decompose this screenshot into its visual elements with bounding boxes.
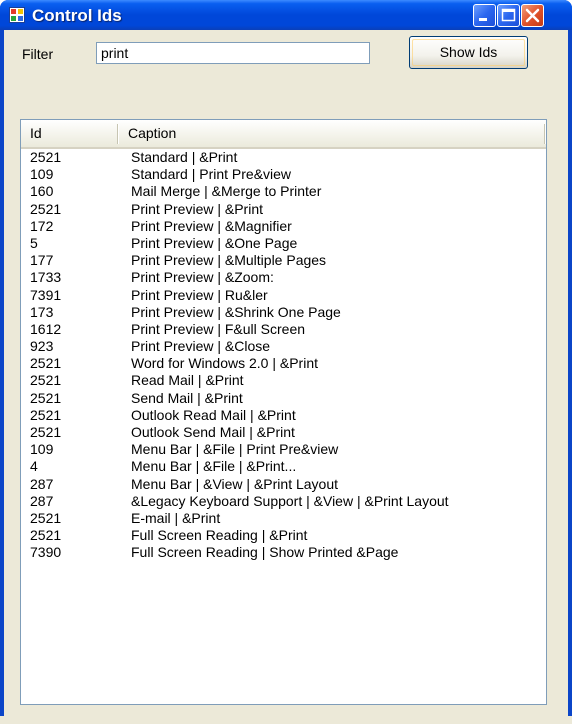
list-item-id: 2521 (30, 527, 62, 544)
list-item-id: 287 (30, 492, 54, 509)
close-button[interactable] (521, 4, 544, 27)
list-rows: 2521 Standard | &Print 109 Standard | Print… (21, 149, 546, 562)
list-item-id: 1733 (30, 269, 62, 286)
list-item[interactable]: 109 Standard | Print Pre&view (21, 166, 546, 183)
list-item-id: 7391 (30, 286, 62, 303)
list-item-id: 2521 (30, 149, 62, 165)
list-item[interactable]: 2521 Send Mail | &Print (21, 390, 546, 407)
list-item-caption: Print Preview | &Magnifier (131, 217, 292, 234)
column-header-caption[interactable]: Caption (119, 120, 546, 147)
list-item-id: 2521 (30, 424, 62, 440)
list-item-caption: Print Preview | Ru&ler (131, 286, 268, 303)
list-item-id: 177 (30, 252, 54, 269)
title-bar[interactable]: Control Ids (0, 0, 572, 30)
list-item[interactable]: 5 Print Preview | &One Page (21, 235, 546, 252)
maximize-icon (501, 8, 516, 22)
filter-label: Filter (22, 46, 54, 62)
list-item[interactable]: 7390 Full Screen Reading | Show Printed &… (21, 544, 546, 561)
list-item[interactable]: 4 Menu Bar | &File | &Print... (21, 458, 546, 475)
list-item-id: 109 (30, 441, 54, 458)
column-header-id[interactable]: Id (21, 120, 117, 147)
list-item-caption: Print Preview | F&ull Screen (131, 320, 306, 337)
list-item-caption: &Legacy Keyboard Support | &View | &Prin… (131, 492, 449, 509)
list-item-caption: Word for Windows 2.0 | &Print (131, 355, 318, 372)
minimize-button[interactable] (473, 4, 496, 27)
list-item-id: 2521 (30, 406, 62, 423)
list-item-id: 2521 (30, 389, 62, 406)
list-item[interactable]: 2521 Word for Windows 2.0 | &Print (21, 355, 546, 372)
list-item-caption: Print Preview | &Multiple Pages (131, 252, 327, 269)
list-item-caption: Mail Merge | &Merge to Printer (131, 183, 322, 200)
list-item[interactable]: 287 Menu Bar | &View | &Print Layout (21, 476, 546, 493)
maximize-button[interactable] (497, 4, 520, 27)
list-item-id: 173 (30, 303, 54, 320)
list-item-caption: Standard | Print Pre&view (131, 166, 292, 183)
list-item[interactable]: 2521 Outlook Read Mail | &Print (21, 407, 546, 424)
list-item[interactable]: 177 Print Preview | &Multiple Pages (21, 252, 546, 269)
list-item[interactable]: 173 Print Preview | &Shrink One Page (21, 304, 546, 321)
list-item-id: 160 (30, 183, 54, 200)
list-item[interactable]: 287 &Legacy Keyboard Support | &View | &P… (21, 493, 546, 510)
list-item-caption: Read Mail | &Print (131, 372, 244, 389)
list-item-id: 4 (30, 458, 38, 475)
list-item-caption: E-mail | &Print (131, 509, 221, 526)
list-item-id: 2521 (30, 372, 62, 389)
list-item-id: 2521 (30, 355, 62, 372)
list-item[interactable]: 2521 Full Screen Reading | &Print (21, 527, 546, 544)
list-item-caption: Outlook Read Mail | &Print (131, 406, 296, 423)
list-item-id: 2521 (30, 509, 62, 526)
list-item-caption: Menu Bar | &View | &Print Layout (131, 475, 339, 492)
list-item[interactable]: 160 Mail Merge | &Merge to Printer (21, 183, 546, 200)
list-item-caption: Print Preview | &Zoom: (131, 269, 274, 286)
list-item-id: 2521 (30, 200, 62, 217)
list-item-caption: Print Preview | &Shrink One Page (131, 303, 341, 320)
list-item-caption: Print Preview | &Print (131, 200, 264, 217)
list-item[interactable]: 2521 Outlook Send Mail | &Print (21, 424, 546, 441)
list-item[interactable]: 1612 Print Preview | F&ull Screen (21, 321, 546, 338)
list-item-caption: Send Mail | &Print (131, 389, 243, 406)
list-item[interactable]: 2521 E-mail | &Print (21, 510, 546, 527)
filter-input[interactable] (96, 42, 370, 64)
control-ids-list[interactable]: Id Caption 2521 Standard | &Print 109 Stand… (20, 119, 547, 705)
list-item-id: 287 (30, 475, 54, 492)
list-item-id: 7390 (30, 544, 62, 561)
list-item[interactable]: 109 Menu Bar | &File | Print Pre&view (21, 441, 546, 458)
list-item[interactable]: 172 Print Preview | &Magnifier (21, 218, 546, 235)
show-ids-button[interactable]: Show Ids (409, 36, 528, 69)
window-title: Control Ids (32, 6, 122, 25)
list-item-caption: Outlook Send Mail | &Print (131, 424, 295, 440)
list-item-id: 109 (30, 166, 54, 183)
list-item-caption: Full Screen Reading | Show Printed &Page (131, 544, 399, 561)
list-item[interactable]: 7391 Print Preview | Ru&ler (21, 287, 546, 304)
close-icon (525, 8, 540, 23)
column-divider[interactable] (544, 124, 546, 144)
list-item-caption: Print Preview | &One Page (131, 234, 298, 251)
window-bottom-edge (0, 716, 572, 724)
list-item-caption: Standard | &Print (131, 149, 238, 165)
list-item[interactable]: 923 Print Preview | &Close (21, 338, 546, 355)
list-item-id: 1612 (30, 320, 62, 337)
list-item[interactable]: 2521 Print Preview | &Print (21, 201, 546, 218)
list-item-id: 5 (30, 234, 38, 251)
list-item-caption: Menu Bar | &File | Print Pre&view (131, 441, 339, 458)
list-item[interactable]: 1733 Print Preview | &Zoom: (21, 269, 546, 286)
app-window-icon (9, 7, 25, 23)
list-item-caption: Menu Bar | &File | &Print... (131, 458, 297, 475)
list-item[interactable]: 2521 Standard | &Print (21, 149, 546, 166)
list-item-caption: Full Screen Reading | &Print (131, 527, 308, 544)
list-item-id: 923 (30, 338, 54, 355)
list-item-id: 172 (30, 217, 54, 234)
minimize-icon (479, 18, 487, 21)
list-item[interactable]: 2521 Read Mail | &Print (21, 372, 546, 389)
list-item-caption: Print Preview | &Close (131, 338, 271, 355)
list-header: Id Caption (21, 120, 546, 149)
